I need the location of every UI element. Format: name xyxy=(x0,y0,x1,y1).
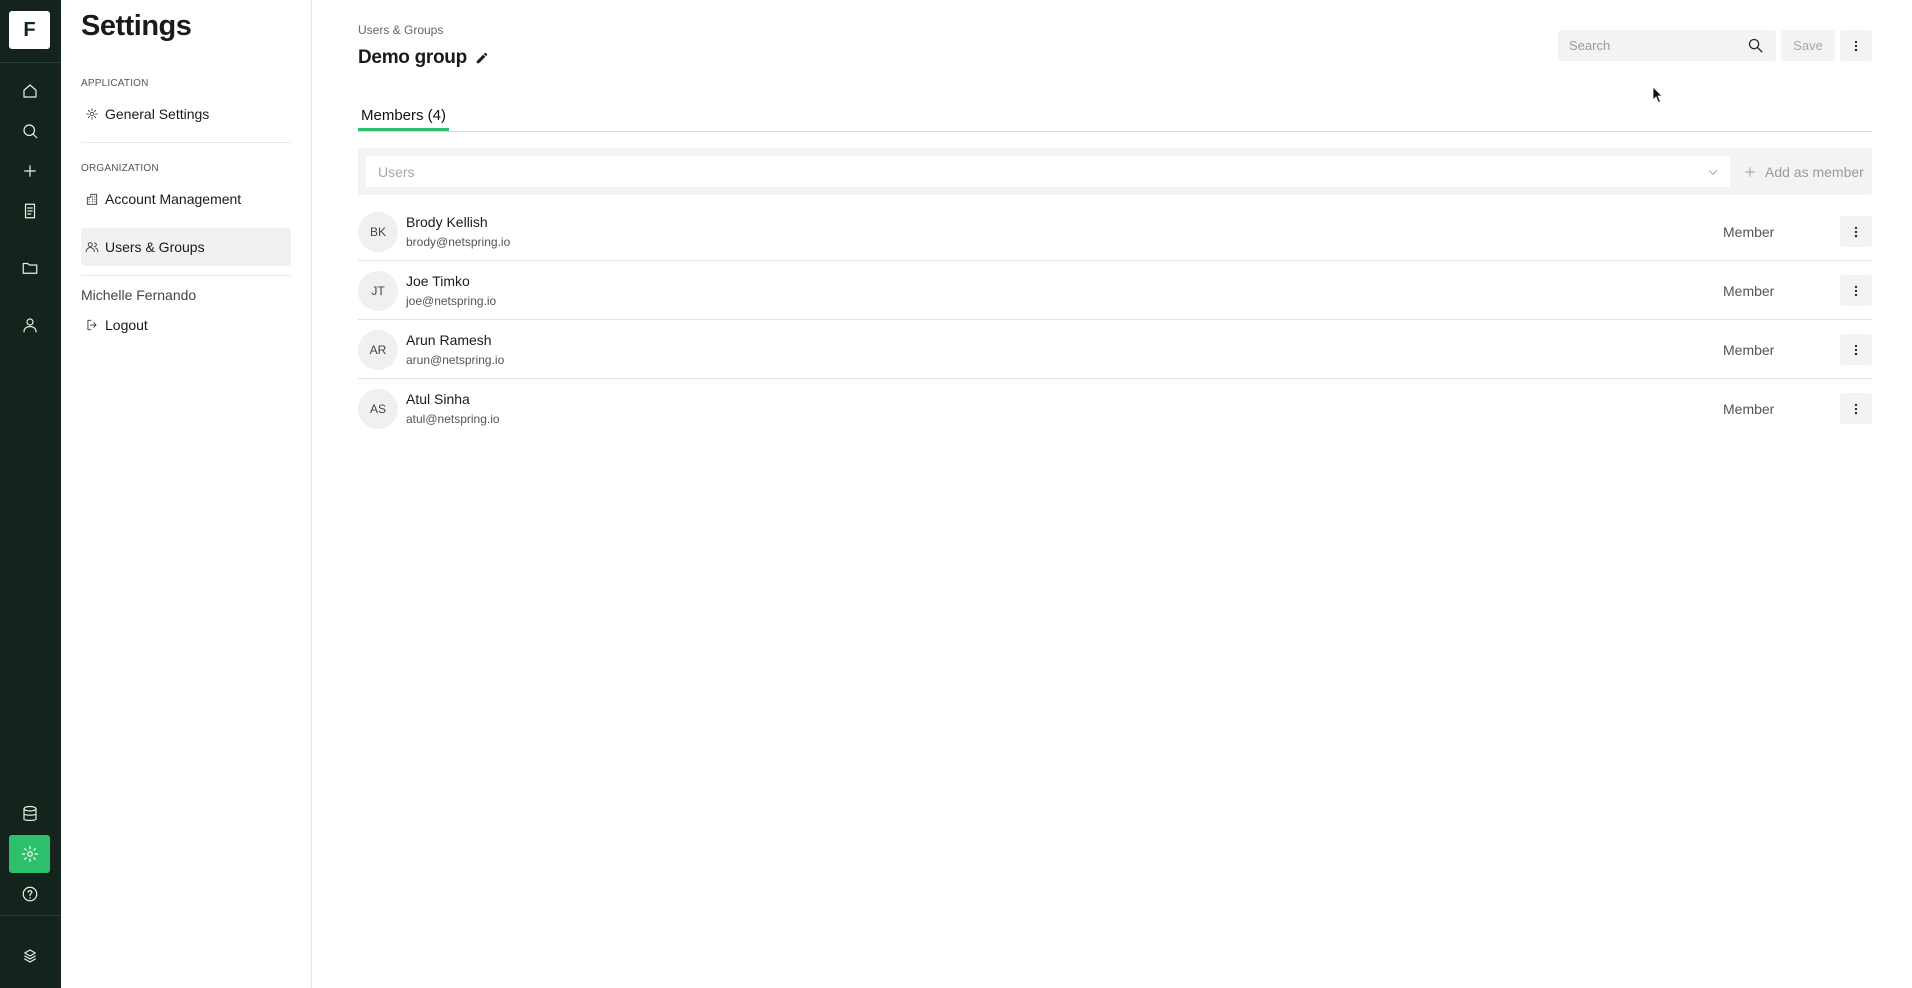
gear-icon[interactable] xyxy=(9,835,50,873)
gear-icon xyxy=(86,108,98,120)
plus-icon[interactable] xyxy=(9,152,50,190)
add-member-bar: Users Add as member xyxy=(358,148,1872,195)
settings-panel: Settings APPLICATION General Settings OR… xyxy=(61,0,312,988)
member-name: Arun Ramesh xyxy=(406,332,492,348)
nav-account-management-label: Account Management xyxy=(105,191,242,207)
member-name: Atul Sinha xyxy=(406,391,470,407)
users-select[interactable]: Users xyxy=(366,156,1730,187)
search-input[interactable] xyxy=(1569,38,1739,53)
kebab-icon xyxy=(1854,226,1858,237)
user-icon[interactable] xyxy=(9,306,50,344)
search-icon[interactable] xyxy=(1747,37,1764,54)
more-options-button[interactable] xyxy=(1840,30,1872,61)
breadcrumb[interactable]: Users & Groups xyxy=(358,23,443,37)
member-options-button[interactable] xyxy=(1840,393,1872,424)
avatar: JT xyxy=(358,271,398,311)
avatar: AS xyxy=(358,389,398,429)
nav-users-groups-label: Users & Groups xyxy=(105,239,205,255)
home-icon[interactable] xyxy=(9,72,50,110)
member-options-button[interactable] xyxy=(1840,216,1872,247)
database-icon[interactable] xyxy=(9,795,50,833)
users-icon xyxy=(85,242,99,253)
page-title: Settings xyxy=(81,10,192,42)
kebab-icon xyxy=(1854,40,1858,51)
app-rail: F xyxy=(0,0,61,988)
building-icon xyxy=(86,193,98,205)
plus-icon xyxy=(1745,166,1755,177)
nav-account-management[interactable]: Account Management xyxy=(81,180,291,218)
group-title-row: Demo group xyxy=(358,47,489,69)
member-email: atul@netspring.io xyxy=(406,412,500,426)
edit-icon[interactable] xyxy=(475,51,489,65)
member-row: BK Brody Kellish brody@netspring.io Memb… xyxy=(358,202,1872,261)
search-box[interactable] xyxy=(1558,30,1776,61)
members-list: BK Brody Kellish brody@netspring.io Memb… xyxy=(358,202,1872,438)
logout-icon xyxy=(87,319,97,331)
search-icon[interactable] xyxy=(9,112,50,150)
users-select-placeholder: Users xyxy=(378,163,415,180)
nav-logout[interactable]: Logout xyxy=(81,306,291,344)
member-name: Brody Kellish xyxy=(406,214,488,230)
nav-users-groups[interactable]: Users & Groups xyxy=(81,228,291,266)
main-content: Users & Groups Demo group Save Members (… xyxy=(312,0,1912,988)
member-role: Member xyxy=(1723,283,1775,299)
member-options-button[interactable] xyxy=(1840,275,1872,306)
member-row: JT Joe Timko joe@netspring.io Member xyxy=(358,261,1872,320)
member-role: Member xyxy=(1723,224,1775,240)
tab-bar: Members (4) xyxy=(358,107,1872,132)
nav-general-settings-label: General Settings xyxy=(105,106,210,122)
member-name: Joe Timko xyxy=(406,273,470,289)
save-button[interactable]: Save xyxy=(1781,30,1835,61)
nav-logout-label: Logout xyxy=(105,317,148,333)
chevron-down-icon xyxy=(1706,165,1720,179)
nav-divider xyxy=(81,142,291,143)
brand-icon xyxy=(9,937,50,975)
member-role: Member xyxy=(1723,342,1775,358)
member-row: AR Arun Ramesh arun@netspring.io Member xyxy=(358,320,1872,379)
member-email: arun@netspring.io xyxy=(406,353,505,367)
tab-members[interactable]: Members (4) xyxy=(358,107,450,131)
member-role: Member xyxy=(1723,401,1775,417)
member-options-button[interactable] xyxy=(1840,334,1872,365)
mouse-cursor-icon xyxy=(1652,86,1663,104)
kebab-icon xyxy=(1854,285,1858,296)
rail-divider xyxy=(0,62,61,63)
nav-divider xyxy=(81,275,291,276)
kebab-icon xyxy=(1854,403,1858,414)
folder-icon[interactable] xyxy=(9,249,50,287)
avatar: AR xyxy=(358,330,398,370)
current-user-name: Michelle Fernando xyxy=(81,287,197,303)
group-title: Demo group xyxy=(358,47,467,68)
notebook-icon[interactable] xyxy=(9,192,50,230)
member-row: AS Atul Sinha atul@netspring.io Member xyxy=(358,379,1872,438)
organization-section-label: ORGANIZATION xyxy=(81,163,159,174)
nav-general-settings[interactable]: General Settings xyxy=(81,95,291,133)
application-section-label: APPLICATION xyxy=(81,78,149,89)
member-email: brody@netspring.io xyxy=(406,235,511,249)
add-as-member-label: Add as member xyxy=(1765,163,1864,180)
avatar: BK xyxy=(358,212,398,252)
kebab-icon xyxy=(1854,344,1858,355)
member-email: joe@netspring.io xyxy=(406,294,497,308)
add-as-member-button[interactable]: Add as member xyxy=(1743,156,1864,187)
help-icon[interactable] xyxy=(9,875,50,913)
rail-bottom-divider xyxy=(0,915,61,916)
app-logo[interactable]: F xyxy=(9,11,50,49)
